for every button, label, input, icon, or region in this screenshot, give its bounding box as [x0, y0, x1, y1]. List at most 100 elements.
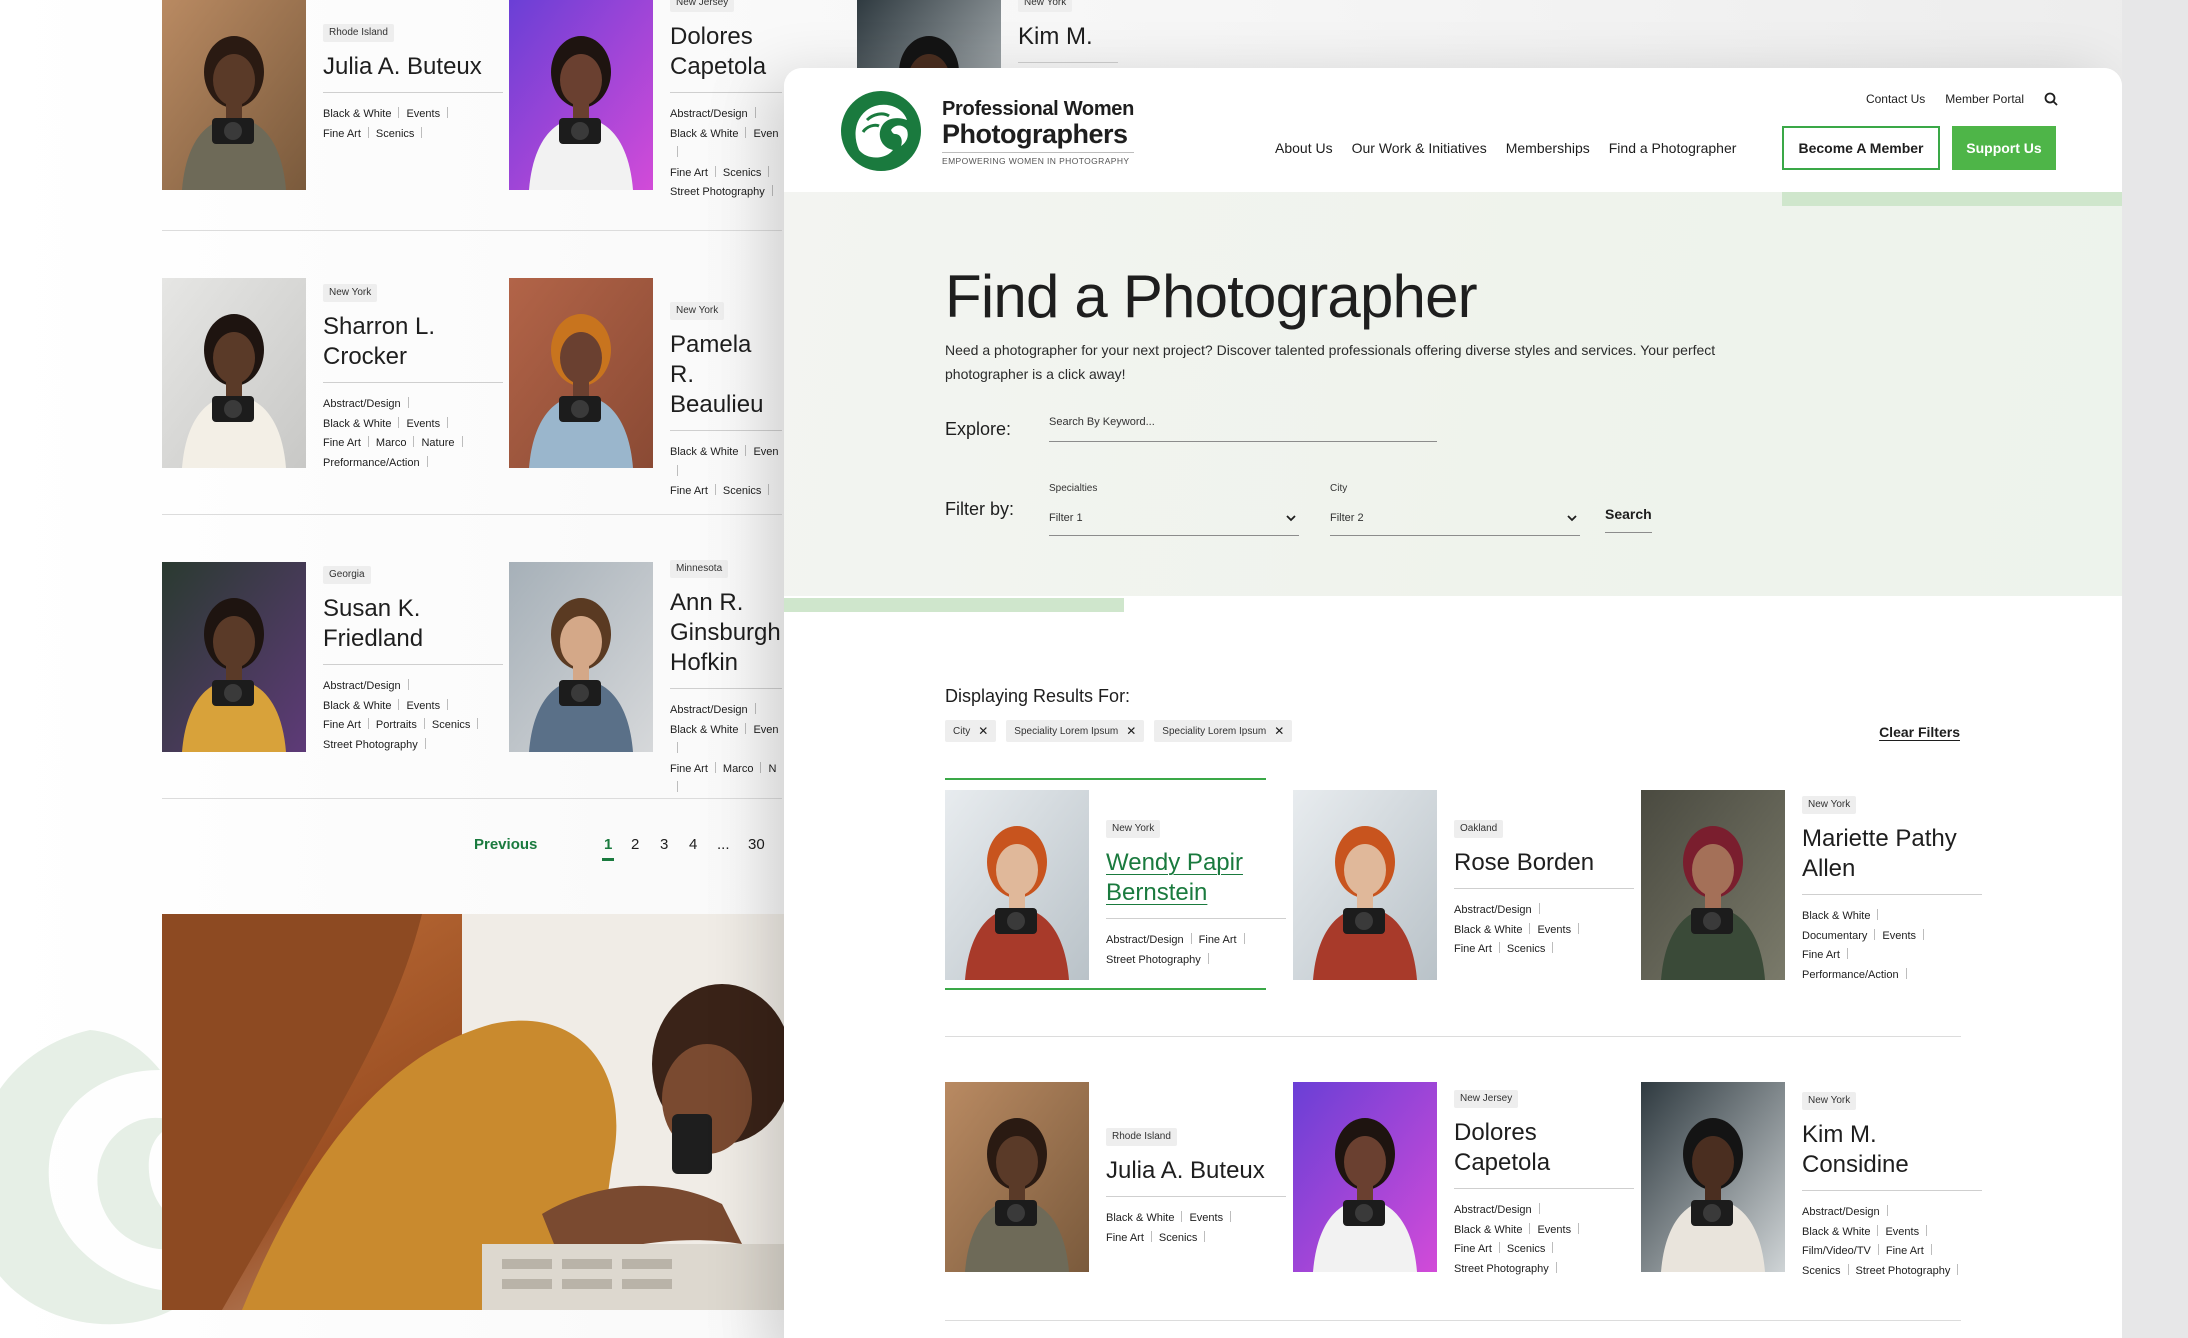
specialties-list: Abstract/Design Black & White Events Fine A… — [1454, 1201, 1634, 1279]
specialties-select[interactable]: Filter 1 — [1049, 502, 1299, 536]
divider — [1877, 1244, 1879, 1255]
page-ellipsis: ... — [717, 836, 730, 853]
keyword-search-input[interactable] — [1049, 408, 1437, 442]
photographer-photo[interactable] — [1293, 790, 1437, 980]
photographer-photo[interactable] — [162, 0, 306, 190]
photographer-photo[interactable] — [509, 0, 653, 190]
photographer-name[interactable]: Julia A. Buteux — [1106, 1156, 1286, 1197]
photographer-name[interactable]: Mariette Pathy Allen — [1802, 824, 1982, 895]
specialty-tag: Events — [406, 699, 441, 712]
location-badge: Oakland — [1454, 820, 1504, 838]
page-link-1[interactable]: 1 — [601, 836, 615, 861]
specialty-tag: Even — [753, 723, 779, 736]
nav-about-us[interactable]: About Us — [1275, 140, 1333, 156]
photographer-photo[interactable] — [945, 790, 1089, 980]
photographer-photo[interactable] — [509, 562, 653, 752]
photographer-photo[interactable] — [509, 278, 653, 468]
close-icon[interactable]: ✕ — [978, 725, 988, 737]
specialty-tag: Fine Art — [670, 485, 708, 497]
photographer-photo[interactable] — [1641, 790, 1785, 980]
page-link-30[interactable]: 30 — [748, 836, 765, 853]
photographer-photo[interactable] — [162, 278, 306, 468]
specialty-tag: Marco — [375, 437, 407, 449]
specialty-tag: Fine Art — [1106, 1231, 1144, 1244]
specialty-tag: Black & White — [1802, 910, 1871, 922]
nav-memberships[interactable]: Memberships — [1506, 140, 1590, 156]
specialty-tag: Film/Video/TV — [1802, 1245, 1871, 1257]
city-label: City — [1330, 483, 1348, 494]
location-badge: Georgia — [323, 566, 371, 584]
photographer-name[interactable]: Dolores Capetola — [1454, 1118, 1634, 1189]
divider — [1877, 909, 1879, 920]
nav-our-work[interactable]: Our Work & Initiatives — [1352, 140, 1487, 156]
page-link-3[interactable]: 3 — [660, 836, 668, 853]
become-member-button[interactable]: Become A Member — [1782, 126, 1940, 170]
specialty-tag: Even — [753, 127, 779, 140]
photographer-card[interactable]: Rhode Island Julia A. Buteux Black & Whi… — [945, 1082, 1286, 1282]
specialty-tag: Fine Art — [670, 762, 708, 775]
city-value: Filter 2 — [1330, 512, 1364, 524]
photographer-card[interactable]: Oakland Rose Borden Abstract/Design Black… — [1293, 790, 1634, 990]
specialties-label: Specialties — [1049, 483, 1098, 494]
card-info: Georgia Susan K. Friedland Abstract/Desi… — [323, 564, 503, 755]
page-link-2[interactable]: 2 — [631, 836, 639, 853]
photographer-photo[interactable] — [1641, 1082, 1785, 1272]
location-badge: New York — [1802, 1092, 1857, 1110]
filter-chip: Speciality Lorem Ipsum ✕ — [1006, 720, 1145, 742]
photographer-photo[interactable] — [1293, 1082, 1437, 1272]
photographer-name[interactable]: Julia A. Buteux — [323, 52, 503, 93]
close-icon[interactable]: ✕ — [1274, 725, 1284, 737]
photographer-card[interactable]: New York Mariette Pathy Allen Black & Wh… — [1641, 790, 1982, 990]
brand-line-1: Professional Women — [942, 98, 1135, 120]
support-us-button[interactable]: Support Us — [1952, 126, 2056, 170]
specialty-tag: Black & White — [670, 127, 739, 140]
specialty-tag: Abstract/Design — [323, 398, 401, 410]
photographer-name[interactable]: Wendy Papir Bernstein — [1106, 848, 1286, 919]
photographer-name[interactable]: Kim M. — [1018, 22, 1118, 63]
search-icon[interactable] — [2044, 92, 2058, 106]
specialty-tag: Black & White — [1454, 923, 1523, 936]
specialty-tag: Scenics — [1802, 1264, 1841, 1277]
member-portal-link[interactable]: Member Portal — [1945, 92, 2024, 106]
search-button[interactable]: Search — [1605, 506, 1652, 533]
card-info: New York Kim M. Considine Abstract/Desig… — [1802, 1090, 1982, 1281]
divider — [677, 742, 678, 753]
divider — [1926, 1224, 1928, 1236]
close-icon[interactable]: ✕ — [1126, 725, 1136, 737]
photographer-name[interactable]: Dolores Capetola — [670, 22, 782, 93]
clear-filters-link[interactable]: Clear Filters — [1879, 724, 1960, 740]
photographer-photo[interactable] — [162, 562, 306, 752]
divider — [745, 126, 747, 138]
photographer-name[interactable]: Pamela R. Beaulieu — [670, 330, 782, 431]
photographer-name[interactable]: Sharron L. Crocker — [323, 312, 503, 383]
city-select[interactable]: Filter 2 — [1330, 502, 1580, 536]
photographer-name[interactable]: Susan K. Friedland — [323, 594, 503, 665]
photographer-card[interactable]: New York Kim M. Considine Abstract/Desig… — [1641, 1082, 1982, 1282]
photographer-card[interactable]: New Jersey Dolores Capetola Abstract/Des… — [1293, 1082, 1634, 1282]
divider — [1243, 933, 1245, 944]
nav-find-photographer[interactable]: Find a Photographer — [1609, 140, 1737, 156]
divider — [1498, 1242, 1500, 1253]
photographer-card[interactable]: New York Wendy Papir Bernstein Abstract/… — [945, 790, 1286, 990]
photographer-photo[interactable] — [945, 1082, 1089, 1272]
specialty-tag: Performance/Action — [1802, 968, 1899, 981]
specialties-list: Abstract/Design Black & White Even Fine Art… — [670, 105, 782, 203]
brand-wordmark[interactable]: Professional Women Photographers EMPOWER… — [942, 98, 1134, 166]
divider — [407, 397, 409, 408]
previous-page-link[interactable]: Previous — [474, 836, 537, 853]
specialty-tag: Fine Art — [1885, 1245, 1924, 1257]
pwp-logo-icon[interactable] — [837, 90, 925, 172]
photographer-card[interactable]: New York Sharron L. Crocker Abstract/Des… — [162, 278, 503, 478]
decor-bar — [784, 598, 1124, 612]
specialty-tag: Scenics — [722, 485, 762, 497]
filter-chip: City ✕ — [945, 720, 997, 742]
photographer-card[interactable]: Rhode Island Julia A. Buteux Black & Whi… — [162, 0, 503, 200]
photographer-name[interactable]: Rose Borden — [1454, 848, 1634, 889]
photographer-card[interactable]: Georgia Susan K. Friedland Abstract/Desi… — [162, 562, 503, 762]
page-link-4[interactable]: 4 — [689, 836, 697, 853]
brand-line-2: Photographers — [942, 119, 1128, 149]
contact-us-link[interactable]: Contact Us — [1866, 92, 1925, 106]
photographer-name[interactable]: Ann R. Ginsburgh Hofkin — [670, 588, 782, 689]
photographer-name[interactable]: Kim M. Considine — [1802, 1120, 1982, 1191]
specialty-tag: Black & White — [323, 108, 392, 120]
